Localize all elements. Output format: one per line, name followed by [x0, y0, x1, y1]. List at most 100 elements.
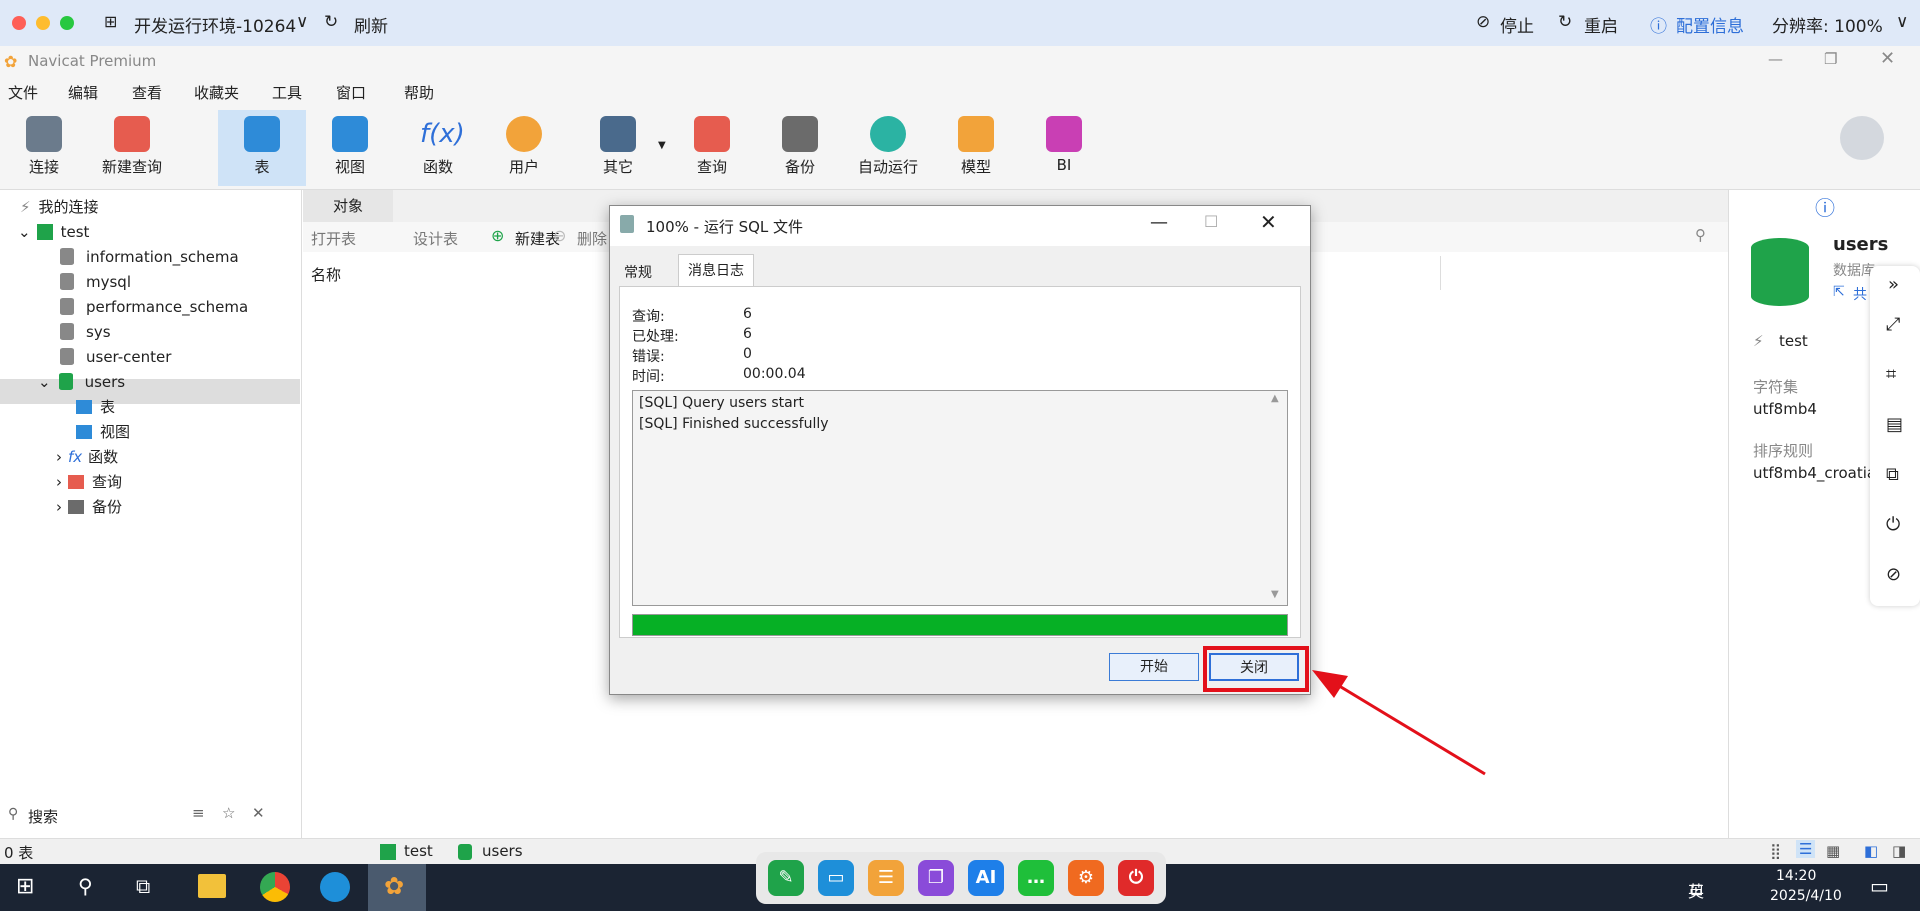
info-icon[interactable]: ⓘ	[1815, 192, 1835, 221]
db-performance-schema[interactable]: performance_schema	[60, 294, 360, 319]
start-icon[interactable]: ⊞	[16, 874, 34, 899]
chevron-right-icon[interactable]: ›	[56, 498, 62, 516]
sign-app-icon[interactable]: ✎	[768, 860, 804, 896]
power-icon[interactable]: ⏻	[1886, 514, 1900, 535]
tab-objects[interactable]: 对象	[303, 190, 393, 222]
fullscreen-icon[interactable]: ⤢	[1886, 314, 1900, 335]
refresh-button[interactable]: 刷新	[354, 12, 388, 37]
delete-table-button[interactable]: 删除	[577, 228, 607, 249]
chat-app-icon[interactable]: …	[1018, 860, 1054, 896]
scroll-down-icon[interactable]: ▼	[1271, 589, 1279, 600]
copy-icon[interactable]: ⧉	[1886, 464, 1899, 485]
dropdown-arrow-icon[interactable]: ▼	[658, 140, 666, 151]
close-dot-icon[interactable]	[12, 16, 26, 30]
close-icon[interactable]: ✕	[1880, 48, 1895, 69]
my-connections[interactable]: ⚡ 我的连接	[20, 194, 320, 219]
view-button[interactable]: 视图	[310, 110, 390, 186]
menu-file[interactable]: 文件	[8, 82, 38, 103]
db-users[interactable]: ⌄ users	[38, 369, 338, 394]
collapse-icon[interactable]: ✕	[252, 804, 265, 822]
stop-button[interactable]: 停止	[1500, 12, 1534, 37]
panel-right-icon[interactable]: ◨	[1892, 842, 1906, 860]
other-button[interactable]: 其它	[578, 110, 658, 186]
scroll-up-icon[interactable]: ▲	[1271, 393, 1279, 404]
dialog-minimize-icon[interactable]: —	[1150, 212, 1168, 233]
menu-window[interactable]: 窗口	[336, 82, 366, 103]
chevron-down-icon[interactable]: ∨	[296, 12, 308, 32]
env-selector[interactable]: 开发运行环境-10264	[134, 12, 296, 37]
node-queries[interactable]: › 查询	[56, 469, 356, 494]
layout-icon[interactable]: ▤	[1886, 414, 1903, 435]
menu-edit[interactable]: 编辑	[68, 82, 98, 103]
clock-date[interactable]: 2025/4/10	[1770, 888, 1842, 904]
restart-button[interactable]: 重启	[1584, 12, 1618, 37]
share-link-icon[interactable]: ⇱	[1833, 284, 1845, 300]
book-app-icon[interactable]: ❐	[918, 860, 954, 896]
settings-app-icon[interactable]: ⚙	[1068, 860, 1104, 896]
chevron-down-icon[interactable]: ∨	[1896, 12, 1908, 32]
share-link[interactable]: 共	[1853, 284, 1867, 304]
list-view-icon[interactable]: ☰	[1796, 840, 1816, 858]
chevron-right-icon[interactable]: ›	[56, 473, 62, 491]
table-button[interactable]: 表	[218, 110, 306, 186]
dialog-close-icon[interactable]: ✕	[1260, 210, 1277, 234]
monitor-app-icon[interactable]: ▭	[818, 860, 854, 896]
connection-test[interactable]: ⌄ test	[18, 219, 318, 244]
menu-tools[interactable]: 工具	[272, 82, 302, 103]
filter-icon[interactable]: ≡	[192, 804, 205, 822]
ai-app-icon[interactable]: AI	[968, 860, 1004, 896]
node-tables[interactable]: 表	[76, 394, 376, 419]
user-button[interactable]: 用户	[484, 110, 564, 186]
design-table-button[interactable]: 设计表	[413, 228, 458, 249]
restore-icon[interactable]: ❐	[1824, 50, 1837, 68]
clock-time[interactable]: 14:20	[1776, 868, 1816, 884]
db-user-center[interactable]: user-center	[60, 344, 360, 369]
column-header-name[interactable]: 名称	[311, 264, 341, 285]
backup-button[interactable]: 备份	[760, 110, 840, 186]
function-button[interactable]: f(x) 函数	[398, 110, 478, 186]
menu-help[interactable]: 帮助	[404, 82, 434, 103]
tab-general[interactable]: 常规	[624, 262, 652, 282]
new-query-button[interactable]: 新建查询	[92, 110, 172, 186]
config-button[interactable]: 配置信息	[1676, 12, 1744, 37]
expand-chevrons-icon[interactable]: »	[1888, 274, 1899, 295]
maximize-dot-icon[interactable]	[60, 16, 74, 30]
node-views[interactable]: 视图	[76, 419, 376, 444]
notification-icon[interactable]: ▭	[1870, 874, 1889, 898]
node-backups[interactable]: › 备份	[56, 494, 356, 519]
scan-icon[interactable]: ⌗	[1886, 364, 1896, 385]
chrome-icon[interactable]	[260, 872, 290, 902]
star-icon[interactable]: ☆	[222, 804, 235, 822]
start-button[interactable]: 开始	[1109, 653, 1199, 681]
node-functions[interactable]: › fx 函数	[56, 444, 356, 469]
task-view-icon[interactable]: ⧉	[136, 874, 150, 898]
open-table-button[interactable]: 打开表	[311, 228, 356, 249]
query-button[interactable]: 查询	[672, 110, 752, 186]
model-button[interactable]: 模型	[936, 110, 1016, 186]
edge-icon[interactable]	[320, 872, 350, 902]
log-textbox[interactable]: [SQL] Query users start [SQL] Finished s…	[632, 390, 1288, 606]
bi-button[interactable]: BI	[1024, 110, 1104, 186]
panel-left-icon[interactable]: ◧	[1864, 842, 1878, 860]
search-icon[interactable]: ⚲	[1695, 226, 1706, 244]
files-app-icon[interactable]: ☰	[868, 860, 904, 896]
ime-indicator[interactable]: 英	[1688, 878, 1704, 902]
dialog-maximize-icon[interactable]: ☐	[1204, 212, 1218, 231]
navicat-taskbar-button[interactable]: ✿	[368, 864, 426, 911]
chevron-right-icon[interactable]: ›	[56, 448, 62, 466]
detail-view-icon[interactable]: ▦	[1826, 842, 1840, 860]
minimize-icon[interactable]: —	[1768, 50, 1783, 68]
search-input[interactable]: 搜索	[28, 806, 58, 827]
menu-favorites[interactable]: 收藏夹	[194, 82, 239, 103]
resolution-selector[interactable]: 分辨率: 100%	[1772, 12, 1883, 37]
avatar[interactable]	[1840, 116, 1884, 160]
chevron-down-icon[interactable]: ⌄	[18, 223, 31, 241]
db-sys[interactable]: sys	[60, 319, 360, 344]
menu-view[interactable]: 查看	[132, 82, 162, 103]
power-app-icon[interactable]: ⏻	[1118, 860, 1154, 896]
hide-icon[interactable]: ⊘	[1886, 564, 1901, 585]
search-icon[interactable]: ⚲	[78, 874, 93, 898]
tree-search[interactable]: ⚲ 搜索 ≡ ☆ ✕	[6, 804, 296, 830]
minimize-dot-icon[interactable]	[36, 16, 50, 30]
automation-button[interactable]: 自动运行	[848, 110, 928, 186]
